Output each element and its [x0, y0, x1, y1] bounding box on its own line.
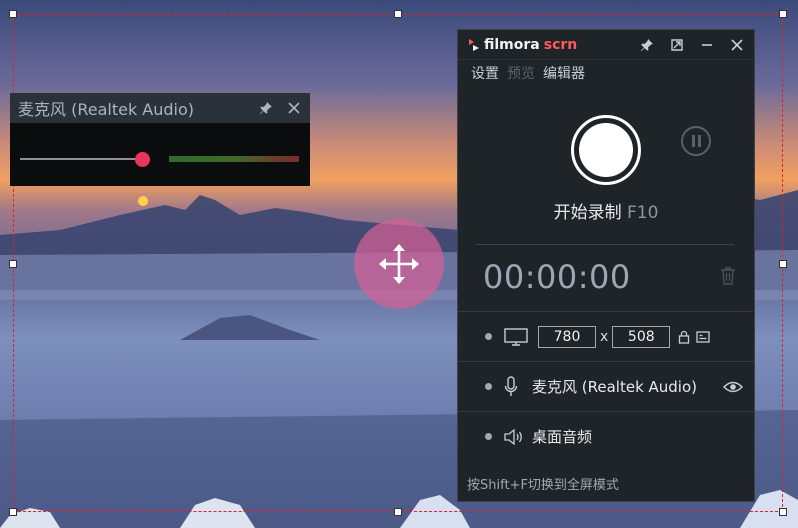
- microphone-row: 麦克风 (Realtek Audio): [458, 361, 754, 411]
- filmora-logo-icon: [469, 38, 479, 51]
- pin-icon[interactable]: [258, 100, 274, 116]
- fullscreen-hint: 按Shift+F切换到全屏模式: [467, 478, 619, 493]
- collapse-icon[interactable]: [668, 36, 686, 54]
- bullet: [485, 333, 492, 340]
- menu-settings[interactable]: 设置: [471, 63, 499, 83]
- record-timer: 00:00:00: [483, 258, 631, 296]
- mic-level-meter: [169, 156, 299, 162]
- bullet: [485, 433, 492, 440]
- resize-handle-right[interactable]: [779, 260, 787, 268]
- brand-suffix: scrn: [543, 36, 578, 53]
- recorder-titlebar[interactable]: filmora scrn: [458, 30, 754, 60]
- menu-preview: 预览: [507, 66, 535, 82]
- resize-handle-bottom-right[interactable]: [779, 508, 787, 516]
- microphone-popup-title: 麦克风 (Realtek Audio): [18, 100, 195, 119]
- lock-icon[interactable]: [678, 330, 690, 344]
- microphone-popup: 麦克风 (Realtek Audio): [10, 93, 310, 186]
- trash-icon[interactable]: [720, 267, 736, 285]
- pin-icon[interactable]: [638, 36, 656, 54]
- resize-handle-bottom[interactable]: [394, 508, 402, 516]
- desktop-audio-row: 桌面音频: [458, 411, 754, 461]
- close-icon[interactable]: [286, 100, 302, 116]
- close-icon[interactable]: [728, 36, 746, 54]
- move-handle[interactable]: [354, 219, 444, 309]
- resize-handle-left[interactable]: [9, 260, 17, 268]
- desktop-audio-label[interactable]: 桌面音频: [532, 426, 592, 447]
- microphone-popup-header: 麦克风 (Realtek Audio): [10, 93, 310, 123]
- resolution-row: 780 x 508: [458, 311, 754, 361]
- mic-volume-slider[interactable]: [20, 158, 150, 160]
- record-icon: [579, 123, 633, 177]
- aspect-ratio-icon[interactable]: [696, 330, 710, 343]
- move-arrows-icon: [379, 244, 419, 284]
- recorder-menu: 设置 预览 编辑器: [458, 60, 754, 86]
- microphone-icon[interactable]: [504, 375, 518, 398]
- menu-editor[interactable]: 编辑器: [543, 63, 585, 83]
- start-record-text: 开始录制: [553, 203, 622, 223]
- width-input[interactable]: 780: [538, 325, 596, 348]
- brand-logo: filmora scrn: [468, 37, 626, 53]
- start-record-label: 开始录制 F10: [458, 198, 754, 223]
- monitor-icon: [504, 327, 528, 346]
- resize-handle-top[interactable]: [394, 10, 402, 18]
- start-record-hotkey: F10: [626, 203, 659, 223]
- size-separator: x: [600, 328, 609, 345]
- resize-handle-top-left[interactable]: [9, 10, 17, 18]
- brand-name: filmora: [484, 36, 540, 53]
- pause-button[interactable]: [681, 126, 711, 156]
- speaker-icon[interactable]: [504, 428, 524, 445]
- record-button[interactable]: [571, 115, 641, 185]
- height-input[interactable]: 508: [612, 325, 671, 348]
- microphone-label[interactable]: 麦克风 (Realtek Audio): [532, 376, 697, 397]
- resize-handle-top-right[interactable]: [779, 10, 787, 18]
- eye-icon[interactable]: [723, 380, 744, 394]
- resize-handle-bottom-left[interactable]: [9, 508, 17, 516]
- recorder-panel: filmorascrn 设置 预览 编辑器 开始录制 F10 00:00:00: [457, 29, 755, 502]
- mic-volume-knob[interactable]: [135, 152, 150, 167]
- record-controls: 开始录制 F10: [458, 86, 754, 246]
- minimize-icon[interactable]: [698, 36, 716, 54]
- divider: [476, 244, 734, 245]
- bullet: [485, 383, 492, 390]
